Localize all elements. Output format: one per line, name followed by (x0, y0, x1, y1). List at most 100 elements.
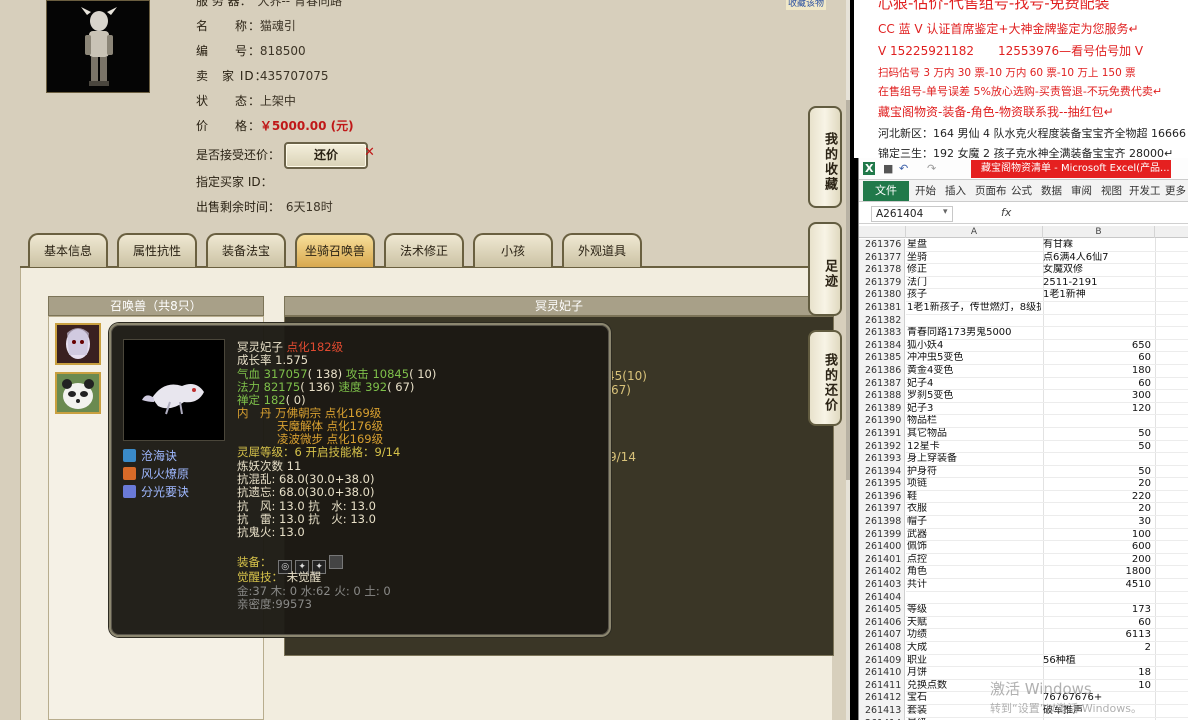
cell-a[interactable]: 角色 (907, 566, 1041, 579)
cell-b-number[interactable]: 120 (1043, 403, 1155, 416)
row-number[interactable]: 261393 (859, 453, 905, 466)
row-number[interactable]: 261389 (859, 402, 905, 416)
cell-b-number[interactable]: 30 (1043, 516, 1155, 529)
cell-b[interactable]: 56种植 (1043, 655, 1155, 668)
cell-a[interactable]: 等级 (907, 604, 1041, 617)
row-number[interactable]: 261405 (859, 604, 905, 617)
row-number[interactable]: 261413 (859, 704, 905, 718)
cell-b-number[interactable]: 50 (1043, 428, 1155, 441)
ribbon-tab[interactable]: 审阅 (1071, 180, 1092, 202)
column-header-b[interactable]: B (1043, 226, 1155, 238)
row-number[interactable]: 261401 (859, 553, 905, 567)
cell-a[interactable]: 青春同路173男鬼5000 (907, 327, 1041, 340)
ribbon-tab[interactable]: 视图 (1101, 180, 1122, 202)
cell-b-number[interactable]: 650 (1043, 340, 1155, 353)
cell-a[interactable]: 佩饰 (907, 541, 1041, 554)
row-number[interactable]: 261376 (859, 239, 905, 252)
row-number[interactable]: 261406 (859, 616, 905, 630)
cell-a[interactable]: 武器 (907, 529, 1041, 542)
cell-b[interactable]: 有甘霖 (1043, 239, 1155, 252)
cell-b-number[interactable]: 180 (1043, 365, 1155, 378)
cell-a[interactable]: 大成 (907, 642, 1041, 655)
row-number[interactable]: 261390 (859, 415, 905, 428)
tab-basic-info[interactable]: 基本信息 (28, 233, 108, 267)
row-number[interactable]: 261408 (859, 642, 905, 655)
cell-a[interactable]: 妃子3 (907, 403, 1041, 416)
cell-b[interactable]: 点6满4人6仙7 (1043, 252, 1155, 265)
cell-b-number[interactable]: 50 (1043, 466, 1155, 479)
equip-slot-empty-icon[interactable] (329, 555, 344, 569)
row-number[interactable]: 261394 (859, 465, 905, 479)
cell-a[interactable]: 天赋 (907, 617, 1041, 630)
pet-thumbnail[interactable] (55, 372, 101, 414)
row-number[interactable]: 261399 (859, 528, 905, 542)
ribbon-tab[interactable]: 插入 (945, 180, 966, 202)
name-box[interactable]: A261404 (871, 206, 953, 222)
cell-a[interactable]: 功绩 (907, 629, 1041, 642)
cell-b-number[interactable]: 60 (1043, 617, 1155, 630)
cell-a[interactable]: 罗刹5变色 (907, 390, 1041, 403)
row-number[interactable]: 261412 (859, 692, 905, 705)
cell-a[interactable]: 妃子4 (907, 378, 1041, 391)
cell-a[interactable]: 帽子 (907, 516, 1041, 529)
row-number[interactable]: 261380 (859, 289, 905, 302)
ribbon-tab[interactable]: 开发工 (1129, 180, 1161, 202)
row-number[interactable]: 261385 (859, 352, 905, 365)
cell-a[interactable]: 鞋 (907, 491, 1041, 504)
row-number[interactable]: 261383 (859, 327, 905, 340)
row-number[interactable]: 261407 (859, 629, 905, 642)
close-icon[interactable]: ✕ (364, 145, 375, 160)
row-number[interactable]: 261379 (859, 276, 905, 290)
ribbon-tab[interactable]: 数据 (1041, 180, 1062, 202)
dropdown-icon[interactable]: ▾ (943, 207, 948, 217)
cell-a[interactable]: 身上穿装备 (907, 453, 1041, 466)
row-number[interactable]: 261377 (859, 251, 905, 265)
cell-b[interactable]: 2511-2191 (1043, 277, 1155, 290)
row-number[interactable]: 261404 (859, 591, 905, 605)
row-number[interactable]: 261387 (859, 377, 905, 391)
ribbon-tab[interactable]: 公式 (1011, 180, 1032, 202)
cell-a[interactable]: 点控 (907, 554, 1041, 567)
redo-icon[interactable]: ↷ (927, 162, 936, 175)
cell-b-number[interactable]: 1800 (1043, 566, 1155, 579)
cell-b-number[interactable]: 100 (1043, 529, 1155, 542)
cell-a[interactable]: 其它物品 (907, 428, 1041, 441)
row-number[interactable]: 261397 (859, 503, 905, 517)
cell-b-number[interactable]: 50 (1043, 441, 1155, 454)
scrollbar-thumb[interactable] (846, 100, 850, 480)
cell-b[interactable]: 女魔双修 (1043, 264, 1155, 277)
fx-icon[interactable]: fx (1001, 206, 1011, 219)
cell-b-number[interactable]: 60 (1043, 378, 1155, 391)
row-number[interactable]: 261395 (859, 478, 905, 491)
row-number[interactable]: 261392 (859, 440, 905, 454)
tab-equipment[interactable]: 装备法宝 (206, 233, 286, 267)
corner-cell[interactable] (859, 226, 906, 238)
cell-a[interactable]: 法门 (907, 277, 1041, 290)
row-number[interactable]: 261378 (859, 264, 905, 277)
row-number[interactable]: 261410 (859, 667, 905, 680)
cell-a[interactable]: 护身符 (907, 466, 1041, 479)
row-number[interactable]: 261381 (859, 301, 905, 315)
row-number[interactable]: 261396 (859, 490, 905, 504)
row-number[interactable]: 261391 (859, 427, 905, 441)
cell-b-number[interactable]: 20 (1043, 478, 1155, 491)
cell-a[interactable]: 星盘 (907, 239, 1041, 252)
cell-a[interactable]: 冲冲虫5变色 (907, 352, 1041, 365)
ribbon-file-tab[interactable]: 文件 (863, 181, 909, 201)
tab-appearance[interactable]: 外观道具 (562, 233, 642, 267)
column-header-a[interactable]: A (906, 226, 1043, 238)
cell-b-number[interactable]: 4510 (1043, 579, 1155, 592)
cell-b-number[interactable]: 20 (1043, 503, 1155, 516)
cell-a[interactable]: 修正 (907, 264, 1041, 277)
cell-b-number[interactable]: 300 (1043, 390, 1155, 403)
my-favorites-button[interactable]: 我的收藏 (808, 106, 842, 208)
row-number[interactable]: 261384 (859, 339, 905, 353)
tab-mounts-pets[interactable]: 坐骑召唤兽 (295, 233, 375, 267)
row-number[interactable]: 261382 (859, 314, 905, 328)
cell-a[interactable]: 孩子 (907, 289, 1041, 302)
tab-attributes[interactable]: 属性抗性 (117, 233, 197, 267)
cell-a[interactable]: 狐小妖4 (907, 340, 1041, 353)
my-counter-offers-button[interactable]: 我的还价 (808, 330, 842, 426)
ribbon-tab[interactable]: 更多 (1165, 180, 1186, 202)
counter-offer-button[interactable]: 还价 (284, 142, 368, 169)
